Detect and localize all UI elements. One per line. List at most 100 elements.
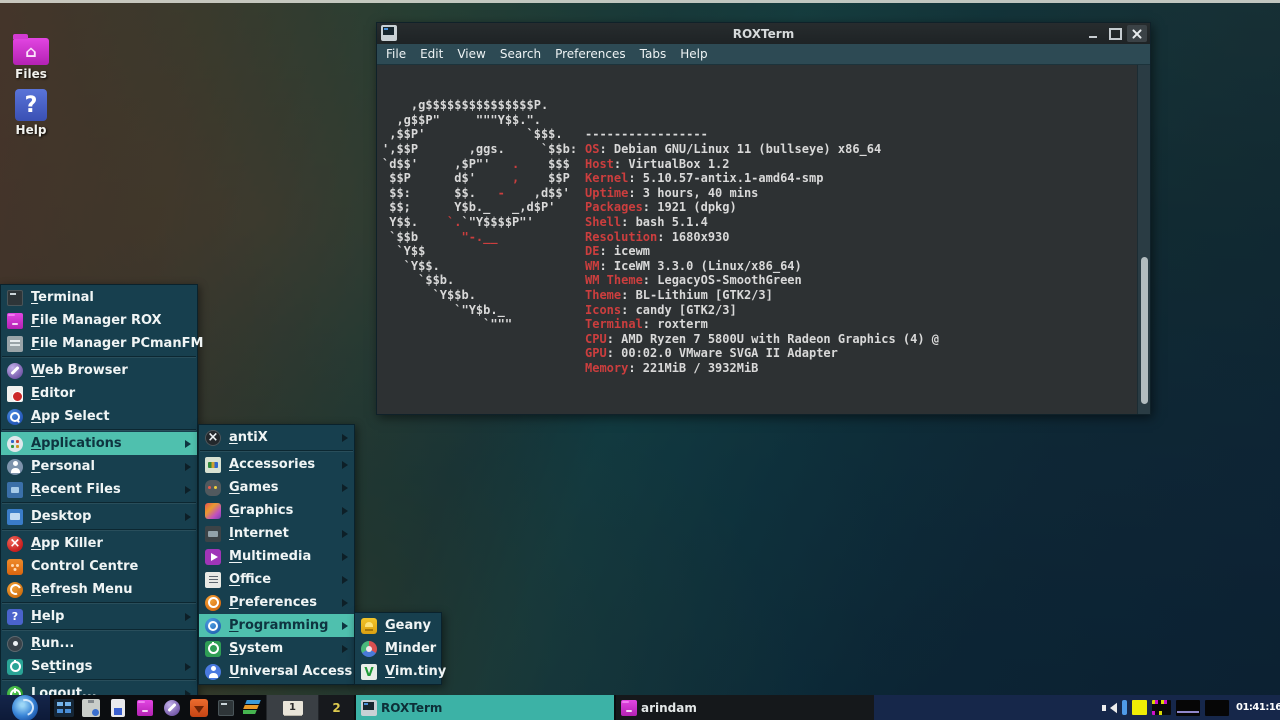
menu-item-preferences[interactable]: Preferences [199, 591, 354, 614]
net-graph-icon[interactable] [1176, 700, 1200, 716]
menu-item-label: File Manager PCmanFM [31, 336, 203, 351]
menu-item-system[interactable]: System [199, 637, 354, 660]
menu-item-desktop[interactable]: Desktop [1, 505, 197, 528]
menu-item-label: Geany [385, 618, 437, 633]
submenu-arrow-icon [185, 663, 191, 671]
maximize-button[interactable] [1105, 25, 1125, 42]
neofetch-info: -----------------OS: Debian GNU/Linux 11… [585, 127, 939, 375]
menu-item-vim-tiny[interactable]: Vim.tiny [355, 660, 441, 683]
desktop-icon [7, 509, 23, 525]
submenu-arrow-icon [342, 576, 348, 584]
antix-menu-logo-icon [12, 695, 38, 720]
minimize-button[interactable] [1083, 25, 1103, 42]
menubar-item-search[interactable]: Search [493, 45, 548, 63]
menu-item-file-manager-pcmanfm[interactable]: File Manager PCmanFM [1, 332, 197, 355]
launcher-clipboard[interactable] [77, 695, 104, 720]
desktop-icon-files[interactable]: Files [4, 33, 58, 81]
minder-icon [361, 641, 377, 657]
volume-icon[interactable] [1101, 700, 1117, 716]
app-killer-icon [7, 536, 23, 552]
preferences-icon [205, 595, 221, 611]
launcher-tb-terminal[interactable] [212, 695, 239, 720]
menu-item-label: Editor [31, 386, 193, 401]
network-meter-icon[interactable] [1152, 700, 1171, 715]
menu-item-universal-access[interactable]: Universal Access [199, 660, 354, 683]
submenu-arrow-icon [185, 463, 191, 471]
submenu-arrow-icon [342, 645, 348, 653]
menu-item-label: Applications [31, 436, 177, 451]
cpu-graph-icon[interactable] [1205, 700, 1229, 716]
scrollbar-thumb[interactable] [1141, 257, 1148, 404]
menubar-item-help[interactable]: Help [673, 45, 714, 63]
menu-item-multimedia[interactable]: Multimedia [199, 545, 354, 568]
submenu-arrow-icon [185, 486, 191, 494]
menu-item-accessories[interactable]: Accessories [199, 453, 354, 476]
menu-item-antix[interactable]: antiX [199, 426, 354, 449]
menu-item-web-browser[interactable]: Web Browser [1, 359, 197, 382]
menu-item-recent-files[interactable]: Recent Files [1, 478, 197, 501]
menu-item-label: Terminal [31, 290, 193, 305]
menu-item-label: Games [229, 480, 334, 495]
menu-item-personal[interactable]: Personal [1, 455, 197, 478]
menu-item-settings[interactable]: Settings [1, 655, 197, 678]
antix-icon [205, 430, 221, 446]
window-titlebar[interactable]: ROXTerm [377, 23, 1150, 44]
launcher-folder-rox[interactable] [131, 695, 158, 720]
launcher-installer[interactable] [185, 695, 212, 720]
usb-icon [111, 699, 125, 717]
menubar-item-file[interactable]: File [379, 45, 413, 63]
launcher-web-browser[interactable] [158, 695, 185, 720]
workspace-2[interactable]: 2 [318, 695, 354, 720]
launcher-usb[interactable] [104, 695, 131, 720]
menu-item-run[interactable]: Run... [1, 632, 197, 655]
menu-button[interactable] [0, 695, 50, 720]
menubar-item-tabs[interactable]: Tabs [633, 45, 674, 63]
menu-item-app-select[interactable]: App Select [1, 405, 197, 428]
menu-item-minder[interactable]: Minder [355, 637, 441, 660]
menu-item-refresh-menu[interactable]: Refresh Menu [1, 578, 197, 601]
cpu-meter-icon[interactable] [1132, 700, 1147, 715]
menu-item-control-centre[interactable]: Control Centre [1, 555, 197, 578]
menubar-item-view[interactable]: View [450, 45, 492, 63]
submenu-arrow-icon [185, 613, 191, 621]
programming-submenu: Geany MinderVim.tiny [354, 612, 442, 685]
workspace-1[interactable]: 1 [266, 695, 318, 720]
task-arindam[interactable]: arindam [616, 695, 874, 720]
terminal-scrollbar[interactable] [1137, 65, 1150, 414]
menu-separator [2, 502, 196, 504]
menu-item-graphics[interactable]: Graphics [199, 499, 354, 522]
desktop-icon-help[interactable]: Help [4, 89, 58, 137]
menu-item-programming[interactable]: Programming [199, 614, 354, 637]
menu-item-editor[interactable]: Editor [1, 382, 197, 405]
menu-item-geany[interactable]: Geany [355, 614, 441, 637]
menu-item-label: Office [229, 572, 334, 587]
submenu-arrow-icon [342, 622, 348, 630]
close-button[interactable] [1127, 25, 1147, 42]
menubar-item-preferences[interactable]: Preferences [548, 45, 633, 63]
menu-item-terminal[interactable]: Terminal [1, 286, 197, 309]
launcher-window-tiles[interactable] [50, 695, 77, 720]
menu-item-internet[interactable]: Internet [199, 522, 354, 545]
terminal-icon [7, 290, 23, 306]
menu-item-label: Settings [31, 659, 177, 674]
terminal-output[interactable]: ,g$$$$$$$$$$$$$$$P. ,g$$P" """Y$$.". ,$$… [377, 65, 1137, 414]
menu-item-app-killer[interactable]: App Killer [1, 532, 197, 555]
accessories-icon [205, 457, 221, 473]
volume-level-icon[interactable] [1122, 700, 1127, 715]
layers-icon [243, 699, 263, 717]
menu-item-help[interactable]: Help [1, 605, 197, 628]
menu-item-file-manager-rox[interactable]: File Manager ROX [1, 309, 197, 332]
geany-icon [361, 618, 377, 634]
menu-separator [2, 602, 196, 604]
menu-item-applications[interactable]: Applications [1, 432, 197, 455]
graphics-icon [205, 503, 221, 519]
menu-item-office[interactable]: Office [199, 568, 354, 591]
menu-item-label: Universal Access [229, 664, 352, 679]
games-icon [205, 480, 221, 496]
menu-item-games[interactable]: Games [199, 476, 354, 499]
menu-item-label: Graphics [229, 503, 334, 518]
menu-item-label: Refresh Menu [31, 582, 193, 597]
launcher-layers[interactable] [239, 695, 266, 720]
menubar-item-edit[interactable]: Edit [413, 45, 450, 63]
task-roxterm[interactable]: ROXTerm [356, 695, 614, 720]
